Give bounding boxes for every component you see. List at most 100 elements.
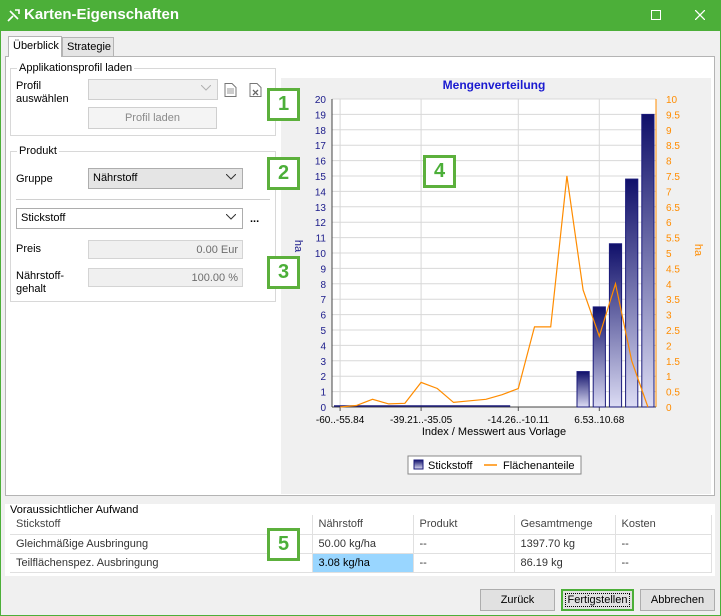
- y-tick-label-left: 13: [315, 203, 327, 214]
- product-group-label: Gruppe: [16, 173, 53, 185]
- chart-title: Mengenverteilung: [443, 78, 546, 92]
- table-cell: --: [615, 553, 712, 573]
- column-header: Kosten: [615, 515, 712, 535]
- table-row[interactable]: Gleichmäßige Ausbringung 50.00 kg/ha -- …: [10, 534, 712, 554]
- nutrient-label-line-1: Nährstoff-: [16, 270, 65, 282]
- document-icon[interactable]: [224, 83, 237, 97]
- column-header: Nährstoff: [312, 515, 414, 535]
- back-button[interactable]: Zurück: [480, 589, 555, 611]
- price-label: Preis: [16, 243, 42, 255]
- y-tick-label-right: 6.5: [666, 203, 680, 214]
- profile-select-label: Profil auswählen: [16, 80, 69, 105]
- title-bar: Karten-Eigenschaften: [0, 0, 721, 31]
- y-tick-label-left: 0: [320, 403, 326, 414]
- y-tick-label-left: 9: [320, 264, 326, 275]
- nutrient-field: 100.00 %: [88, 268, 243, 287]
- chevron-down-icon: [201, 85, 211, 91]
- y-tick-label-left: 15: [315, 172, 327, 183]
- table-row[interactable]: Teilflächenspez. Ausbringung 3.08 kg/ha …: [10, 553, 712, 573]
- product-select[interactable]: Stickstoff: [16, 208, 243, 229]
- y-tick-label-left: 18: [315, 126, 327, 137]
- table-cell-selected[interactable]: 3.08 kg/ha: [312, 553, 414, 573]
- y-tick-label-right: 7.5: [666, 172, 680, 183]
- more-button[interactable]: ...: [250, 213, 259, 226]
- column-header: Produkt: [413, 515, 515, 535]
- table-cell: --: [413, 534, 515, 554]
- cancel-button[interactable]: Abbrechen: [640, 589, 715, 611]
- bar: [641, 113, 655, 408]
- nutrient-label-line-2: gehalt: [16, 283, 46, 295]
- app-icon: [7, 9, 20, 22]
- legend-label-flaechenanteile: Flächenanteile: [503, 460, 575, 472]
- table-cell[interactable]: 50.00 kg/ha: [312, 534, 414, 554]
- y-tick-label-left: 8: [320, 280, 326, 291]
- y-tick-label-right: 2: [666, 341, 672, 352]
- y-tick-label-left: 19: [315, 110, 327, 121]
- y-tick-label-left: 10: [315, 249, 327, 260]
- product-group-value: Nährstoff: [93, 172, 138, 184]
- y-tick-label-left: 14: [315, 187, 327, 198]
- table-cell: --: [413, 553, 515, 573]
- tab-overview[interactable]: Überblick: [8, 36, 62, 57]
- table-cell: --: [615, 534, 712, 554]
- effort-panel: Voraussichtlicher Aufwand Stickstoff Näh…: [5, 504, 715, 576]
- profile-select[interactable]: [88, 79, 218, 100]
- maximize-button[interactable]: [639, 0, 673, 31]
- y-axis-label-right: ha: [692, 244, 704, 257]
- distribution-chart: Mengenverteilung012345678910111213141516…: [292, 78, 704, 475]
- table-cell: 1397.70 kg: [514, 534, 616, 554]
- table-cell: 86.19 kg: [514, 553, 616, 573]
- table-header-row: Stickstoff Nährstoff Produkt Gesamtmenge…: [10, 515, 712, 535]
- delete-document-icon[interactable]: [249, 83, 262, 97]
- y-tick-label-left: 5: [320, 326, 326, 337]
- close-icon: [695, 10, 705, 20]
- y-tick-label-right: 2.5: [666, 326, 680, 337]
- y-tick-label-left: 11: [316, 234, 327, 245]
- finish-button[interactable]: Fertigstellen: [561, 589, 634, 611]
- y-tick-label-right: 10: [666, 95, 678, 106]
- x-tick-label: -14.26..-10.11: [488, 415, 550, 426]
- y-tick-label-left: 12: [315, 218, 327, 229]
- product-group-select[interactable]: Nährstoff: [88, 168, 243, 189]
- badge-3: 3: [267, 256, 300, 289]
- y-tick-label-left: 20: [315, 95, 327, 106]
- window-title: Karten-Eigenschaften: [24, 6, 180, 23]
- divider: [16, 199, 270, 200]
- x-tick-label: -39.21..-35.05: [390, 415, 453, 426]
- y-tick-label-left: 17: [315, 141, 327, 152]
- y-tick-label-left: 7: [320, 295, 326, 306]
- y-tick-label-right: 0: [666, 403, 672, 414]
- y-tick-label-right: 9: [666, 126, 672, 137]
- y-tick-label-right: 8: [666, 157, 672, 168]
- y-tick-label-left: 3: [320, 357, 326, 368]
- x-axis-label: Index / Messwert aus Vorlage: [422, 426, 566, 438]
- product-group-title: Produkt: [17, 145, 59, 157]
- y-tick-label-right: 1: [666, 372, 672, 383]
- y-tick-label-right: 8.5: [666, 141, 680, 152]
- chart-area: Mengenverteilung 0 1 2 3 4 5 6 7 8 9 10 11 12 13 14 15 16…: [281, 78, 711, 494]
- y-tick-label-right: 3: [666, 311, 672, 322]
- y-tick-label-left: 6: [320, 311, 326, 322]
- tab-strategy[interactable]: Strategie: [62, 37, 114, 56]
- y-tick-label-right: 9.5: [666, 110, 680, 121]
- profile-group-title: Applikationsprofil laden: [17, 62, 135, 74]
- nutrient-label: Nährstoff- gehalt: [16, 270, 64, 296]
- y-tick-label-right: 1.5: [666, 357, 680, 368]
- close-button[interactable]: [683, 0, 717, 31]
- y-tick-label-left: 1: [320, 388, 326, 399]
- load-profile-button[interactable]: Profil laden: [88, 107, 217, 129]
- badge-2: 2: [267, 157, 300, 190]
- column-header: Gesamtmenge: [514, 515, 616, 535]
- finish-button-label: Fertigstellen: [564, 593, 631, 607]
- y-tick-label-left: 16: [315, 157, 327, 168]
- badge-5: 5: [267, 528, 300, 561]
- x-tick-label: -60..-55.84: [316, 415, 365, 426]
- x-tick-label: 6.53..10.68: [574, 415, 624, 426]
- legend-swatch-bar: [413, 459, 424, 470]
- y-tick-label-right: 7: [666, 187, 672, 198]
- y-tick-label-left: 2: [320, 372, 326, 383]
- badge-1: 1: [267, 88, 300, 121]
- y-tick-label-right: 0.5: [666, 388, 680, 399]
- y-tick-label-right: 5.5: [666, 234, 680, 245]
- bar: [576, 371, 590, 408]
